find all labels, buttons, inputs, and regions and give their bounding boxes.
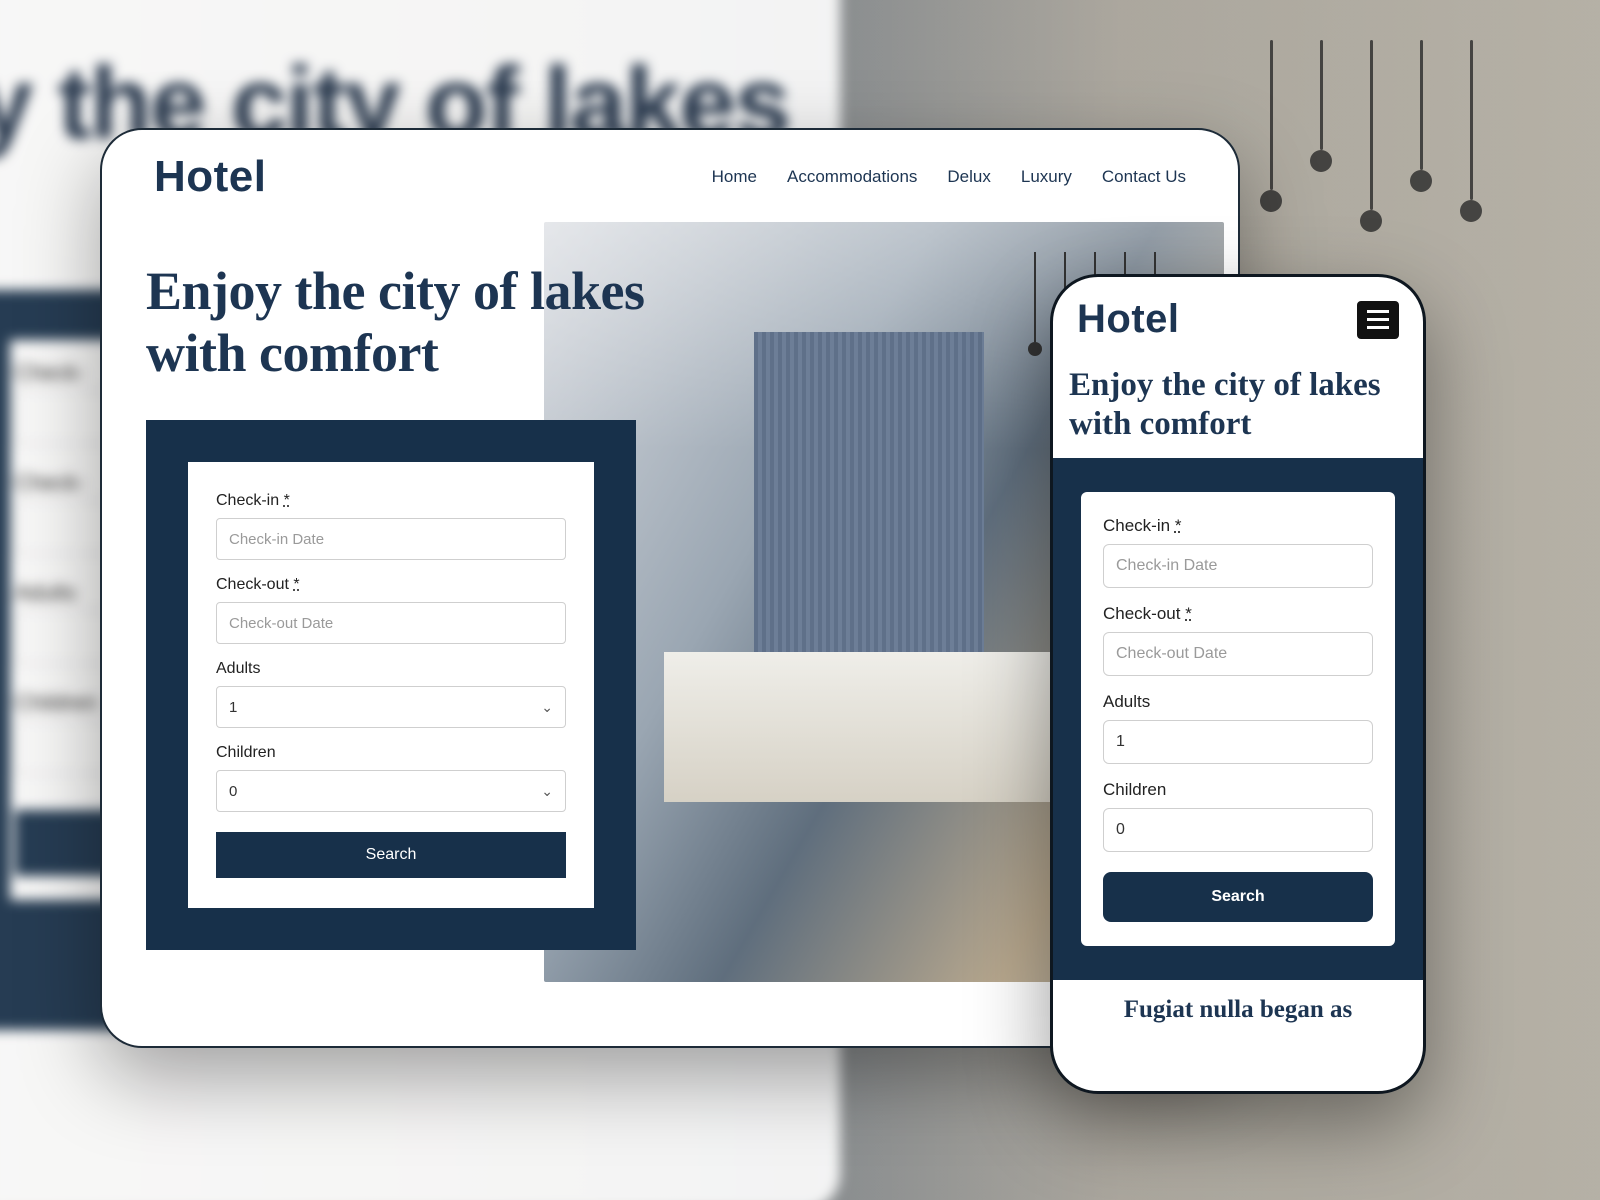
search-panel: Check-in * Check-out * Adults 1 Children…: [1053, 458, 1423, 980]
field-adults: Adults 1: [1103, 692, 1373, 764]
children-label: Children: [1103, 780, 1373, 800]
nav-link-contact[interactable]: Contact Us: [1102, 167, 1186, 187]
search-button[interactable]: Search: [216, 832, 566, 878]
mobile-footer-heading: Fugiat nulla began as: [1053, 980, 1423, 1024]
chevron-down-icon: ⌄: [541, 699, 553, 716]
nav-link-accommodations[interactable]: Accommodations: [787, 167, 917, 187]
checkout-input[interactable]: [216, 602, 566, 644]
adults-select[interactable]: 1: [1103, 720, 1373, 764]
brand-logo[interactable]: Hotel: [1077, 297, 1180, 342]
adults-value: 1: [1116, 733, 1125, 751]
checkout-label: Check-out *: [1103, 604, 1373, 624]
children-label: Children: [216, 744, 566, 762]
hamburger-icon: [1367, 310, 1389, 313]
hero-title: Enjoy the city of lakes with comfort: [1053, 348, 1423, 458]
field-checkout: Check-out *: [1103, 604, 1373, 676]
field-checkin: Check-in *: [216, 492, 566, 560]
checkin-label: Check-in *: [216, 492, 566, 510]
background-label: Check-: [15, 470, 85, 496]
children-select[interactable]: 0 ⌄: [216, 770, 566, 812]
nav-links: Home Accommodations Delux Luxury Contact…: [712, 167, 1186, 187]
children-value: 0: [1116, 821, 1125, 839]
nav-link-delux[interactable]: Delux: [947, 167, 990, 187]
search-panel: Check-in * Check-out * Adults 1 ⌄ Childr…: [146, 420, 636, 950]
field-checkin: Check-in *: [1103, 516, 1373, 588]
adults-select[interactable]: 1 ⌄: [216, 686, 566, 728]
chandelier-decoration: [1250, 40, 1510, 300]
nav-link-home[interactable]: Home: [712, 167, 757, 187]
brand-logo[interactable]: Hotel: [154, 152, 267, 202]
nav-link-luxury[interactable]: Luxury: [1021, 167, 1072, 187]
field-children: Children 0 ⌄: [216, 744, 566, 812]
background-label: Check-: [15, 360, 85, 386]
checkin-input[interactable]: [1103, 544, 1373, 588]
background-label: Adults: [15, 580, 76, 606]
search-card: Check-in * Check-out * Adults 1 ⌄ Childr…: [188, 462, 594, 908]
search-button[interactable]: Search: [1103, 872, 1373, 922]
navbar: Hotel Home Accommodations Delux Luxury C…: [102, 130, 1238, 210]
adults-label: Adults: [216, 660, 566, 678]
children-select[interactable]: 0: [1103, 808, 1373, 852]
mobile-navbar: Hotel: [1053, 277, 1423, 348]
field-children: Children 0: [1103, 780, 1373, 852]
hamburger-icon: [1367, 326, 1389, 329]
adults-value: 1: [229, 699, 237, 716]
checkin-label: Check-in *: [1103, 516, 1373, 536]
mobile-frame: Hotel Enjoy the city of lakes with comfo…: [1050, 274, 1426, 1094]
checkin-input[interactable]: [216, 518, 566, 560]
children-value: 0: [229, 783, 237, 800]
menu-button[interactable]: [1357, 301, 1399, 339]
hamburger-icon: [1367, 318, 1389, 321]
search-card: Check-in * Check-out * Adults 1 Children…: [1081, 492, 1395, 946]
adults-label: Adults: [1103, 692, 1373, 712]
field-checkout: Check-out *: [216, 576, 566, 644]
chevron-down-icon: ⌄: [541, 783, 553, 800]
checkout-input[interactable]: [1103, 632, 1373, 676]
hero-title: Enjoy the city of lakes with comfort: [146, 260, 706, 384]
background-label: Children: [15, 690, 97, 716]
checkout-label: Check-out *: [216, 576, 566, 594]
field-adults: Adults 1 ⌄: [216, 660, 566, 728]
